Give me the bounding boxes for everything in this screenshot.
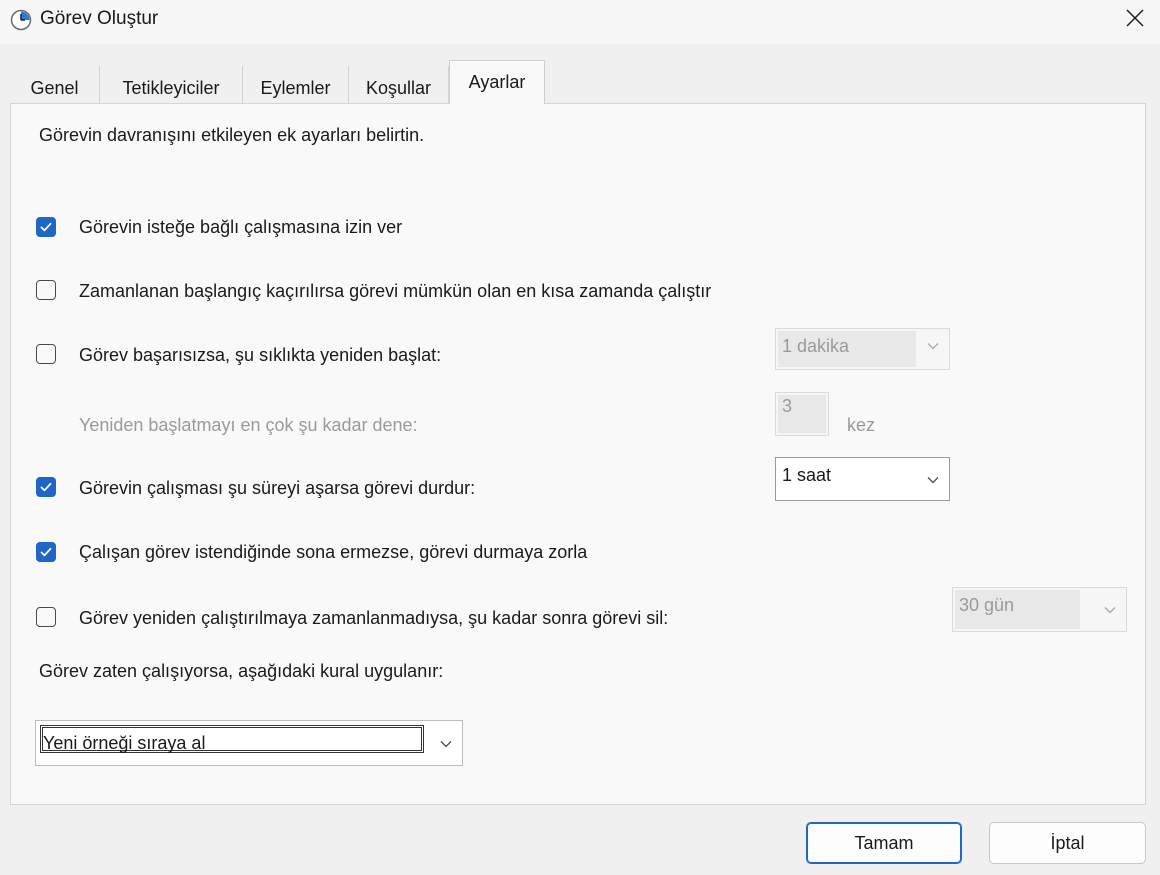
restart-interval-value: 1 dakika [782, 336, 850, 356]
checkmark-icon [40, 482, 52, 492]
tab-eylemler[interactable]: Eylemler [243, 66, 349, 104]
run-asap-checkbox[interactable] [36, 280, 56, 300]
rule-select-value: Yeni örneği sıraya al [43, 733, 206, 753]
stop-duration-select[interactable]: 1 saat [775, 457, 950, 501]
settings-panel: Görevin davranışını etkileyen ek ayarlar… [10, 103, 1146, 805]
allow-on-demand-checkbox[interactable] [36, 217, 56, 237]
tab-kosullar[interactable]: Koşullar [349, 66, 449, 104]
tab-tetikleyiciler[interactable]: Tetikleyiciler [100, 66, 243, 104]
rule-label: Görev zaten çalışıyorsa, aşağıdaki kural… [39, 661, 444, 681]
tab-genel[interactable]: Genel [10, 66, 100, 104]
stop-duration-value: 1 saat [782, 465, 832, 485]
clock-icon [10, 9, 32, 31]
stop-if-longer-checkbox[interactable] [36, 477, 56, 497]
run-asap-label: Zamanlanan başlangıç kaçırılırsa görevi … [79, 281, 712, 301]
allow-on-demand-label: Görevin isteğe bağlı çalışmasına izin ve… [79, 217, 403, 237]
restart-attempts-input[interactable]: 3 [775, 392, 829, 436]
ok-button[interactable]: Tamam [806, 822, 962, 864]
checkmark-icon [40, 222, 52, 232]
intro-text: Görevin davranışını etkileyen ek ayarlar… [39, 125, 425, 145]
close-button[interactable] [1110, 0, 1160, 36]
restart-on-fail-checkbox[interactable] [36, 344, 56, 364]
checkmark-icon [40, 547, 52, 557]
delete-if-not-scheduled-label: Görev yeniden çalıştırılmaya zamanlanmad… [79, 608, 669, 628]
chevron-down-icon [927, 477, 939, 484]
delete-if-not-scheduled-checkbox[interactable] [36, 607, 56, 627]
restart-attempts-label: Yeniden başlatmayı en çok şu kadar dene: [79, 415, 418, 435]
tab-ayarlar[interactable]: Ayarlar [449, 60, 545, 104]
delete-after-select[interactable]: 30 gün [952, 587, 1127, 632]
chevron-down-icon [1104, 607, 1116, 614]
window-title: Görev Oluştur [40, 8, 159, 29]
chevron-down-icon [440, 741, 452, 748]
title-bar: Görev Oluştur [0, 0, 1160, 44]
delete-after-value: 30 gün [959, 595, 1015, 615]
chevron-down-icon [927, 343, 939, 350]
force-stop-checkbox[interactable] [36, 542, 56, 562]
rule-select[interactable]: Yeni örneği sıraya al [35, 720, 463, 766]
restart-interval-select[interactable]: 1 dakika [775, 328, 950, 370]
stop-if-longer-label: Görevin çalışması şu süreyi aşarsa görev… [79, 478, 476, 498]
restart-attempts-value: 3 [782, 396, 793, 416]
force-stop-label: Çalışan görev istendiğinde sona ermezse,… [79, 542, 588, 562]
cancel-button[interactable]: İptal [989, 822, 1146, 864]
restart-attempts-unit: kez [847, 415, 876, 435]
restart-on-fail-label: Görev başarısızsa, şu sıklıkta yeniden b… [79, 345, 442, 365]
close-icon [1126, 9, 1144, 27]
